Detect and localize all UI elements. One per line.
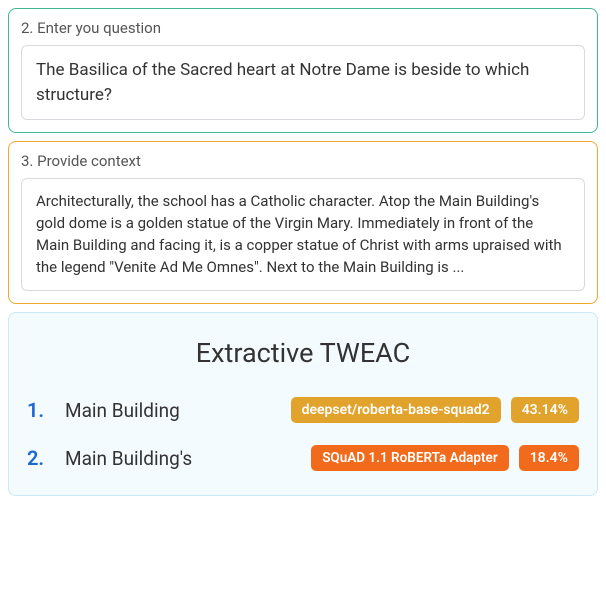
model-badge: deepset/roberta-base-squad2 [291,397,501,423]
result-rank: 2. [27,446,55,470]
score-badge: 43.14% [511,397,579,423]
question-panel: 2. Enter you question The Basilica of th… [8,8,598,133]
model-badge: SQuAD 1.1 RoBERTa Adapter [311,445,509,471]
result-rank: 1. [27,398,55,422]
result-answer: Main Building [65,399,220,422]
result-row: 1. Main Building deepset/roberta-base-sq… [27,397,579,423]
score-badge: 18.4% [519,445,579,471]
results-title: Extractive TWEAC [27,337,579,369]
result-answer: Main Building's [65,447,220,470]
question-input[interactable]: The Basilica of the Sacred heart at Notr… [21,45,585,120]
results-panel: Extractive TWEAC 1. Main Building deepse… [8,312,598,496]
question-label: 2. Enter you question [21,19,585,37]
context-input[interactable]: Architecturally, the school has a Cathol… [21,178,585,291]
result-row: 2. Main Building's SQuAD 1.1 RoBERTa Ada… [27,445,579,471]
context-panel: 3. Provide context Architecturally, the … [8,141,598,304]
context-label: 3. Provide context [21,152,585,170]
